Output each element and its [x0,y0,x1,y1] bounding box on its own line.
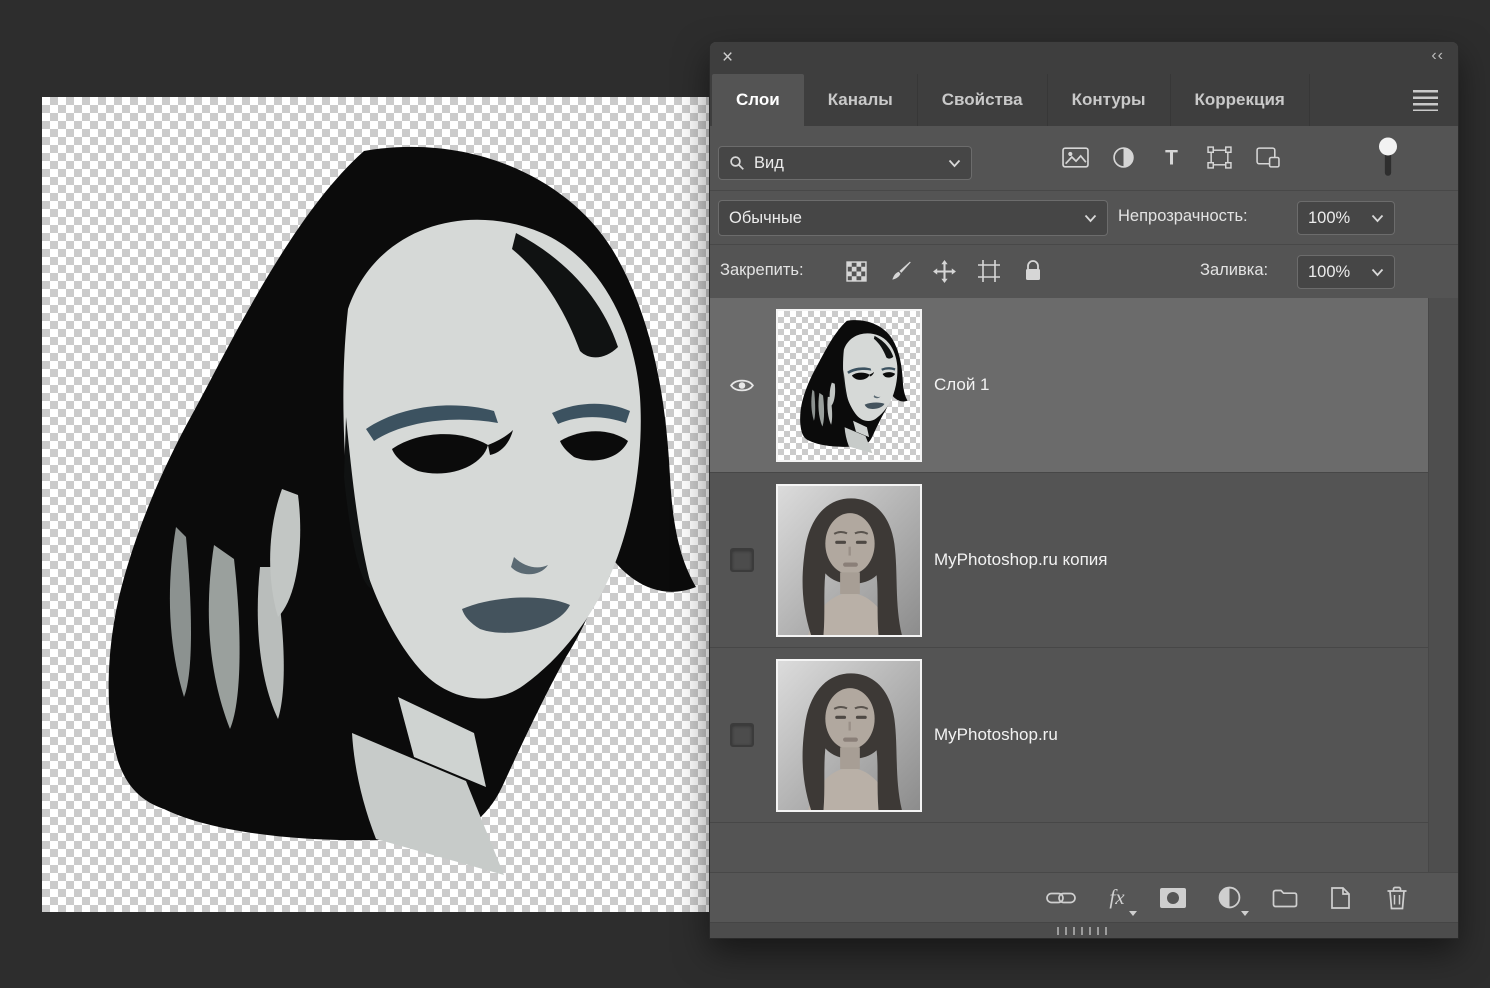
visibility-well[interactable] [710,298,772,473]
adjustment-layers-filter-icon[interactable] [1110,144,1137,171]
fill-select[interactable]: 100% [1297,255,1395,289]
new-layer-button[interactable] [1326,883,1356,913]
layer-name[interactable]: Слой 1 [934,375,990,395]
adjustment-layer-button[interactable] [1214,883,1244,913]
chevron-down-icon [1084,214,1097,223]
close-icon[interactable]: × [722,47,733,69]
panel-tabbar: Слои Каналы Свойства Контуры Коррекция [712,74,1310,126]
visibility-checkbox [730,548,754,572]
layer-row[interactable]: Слой 1 [710,298,1428,473]
photo-thumb [778,661,920,810]
panel-bottom-toolbar: fx [710,872,1458,922]
resize-grip[interactable] [1057,927,1111,935]
lock-label: Закрепить: [720,261,804,280]
pixel-layers-filter-icon[interactable] [1062,144,1089,171]
blend-mode-select[interactable]: Обычные [718,200,1108,236]
fill-label: Заливка: [1200,261,1268,280]
tab-adjustments[interactable]: Коррекция [1171,74,1310,126]
chevron-down-icon [948,159,961,168]
posterized-portrait-artwork [42,97,710,912]
filter-kind-value: Вид [754,154,784,173]
type-layers-filter-icon[interactable]: T [1158,144,1185,171]
lock-row: Закрепить: Заливка: [710,244,1458,298]
chevron-down-icon [1241,911,1249,916]
panel-header: × ‹‹ Слои Каналы Свойства Контуры Коррек… [710,42,1458,126]
tab-properties[interactable]: Свойства [918,74,1048,126]
layers-list: Слой 1 MyPhotoshop.ru копия MyPhotosho [710,298,1428,872]
lock-buttons [844,258,1045,284]
search-icon [729,155,745,171]
chevron-down-icon [1371,214,1384,223]
document-canvas[interactable] [42,97,710,912]
panel-menu-icon[interactable] [1413,90,1438,111]
layer-row[interactable]: MyPhotoshop.ru копия [710,473,1428,648]
lock-all-padlock-icon[interactable] [1020,258,1045,284]
blend-mode-value: Обычные [729,209,802,228]
fill-value: 100% [1308,263,1350,282]
chevron-down-icon [1371,268,1384,277]
shape-layers-filter-icon[interactable] [1206,144,1233,171]
lock-pixels-brush-icon[interactable] [888,258,913,284]
tab-layers[interactable]: Слои [712,74,804,126]
layer-row[interactable]: MyPhotoshop.ru [710,648,1428,823]
smart-object-filter-icon[interactable] [1254,144,1281,171]
visibility-checkbox [730,723,754,747]
opacity-value: 100% [1308,209,1350,228]
tab-channels[interactable]: Каналы [804,74,918,126]
layer-thumbnail[interactable] [776,484,922,637]
new-group-folder-button[interactable] [1270,883,1300,913]
layer-filter-row: Вид T [710,126,1458,190]
photo-thumb [778,486,920,635]
fx-icon: fx [1109,885,1124,910]
lock-position-move-icon[interactable] [932,258,957,284]
layer-thumbnail[interactable] [776,309,922,462]
layers-panel: × ‹‹ Слои Каналы Свойства Контуры Коррек… [710,42,1458,938]
add-layer-mask-button[interactable] [1158,883,1188,913]
scrollbar-gutter[interactable] [1428,298,1458,872]
tab-paths[interactable]: Контуры [1048,74,1171,126]
svg-text:T: T [1165,146,1178,169]
lock-transparency-icon[interactable] [844,258,869,284]
blend-row: Обычные Непрозрачность: 100% [710,190,1458,244]
opacity-select[interactable]: 100% [1297,201,1395,235]
layer-name[interactable]: MyPhotoshop.ru копия [934,550,1108,570]
layer-thumbnail[interactable] [776,659,922,812]
posterized-portrait-thumb [778,311,920,460]
visibility-well[interactable] [710,473,772,648]
filter-toggle-switch[interactable] [1376,136,1400,180]
filter-type-icons: T [1062,144,1281,171]
layer-name[interactable]: MyPhotoshop.ru [934,725,1058,745]
collapse-panel-icon[interactable]: ‹‹ [1431,47,1444,65]
opacity-label: Непрозрачность: [1118,207,1248,226]
eye-icon [730,377,754,394]
lock-artboard-icon[interactable] [976,258,1001,284]
chevron-down-icon [1129,911,1137,916]
filter-kind-select[interactable]: Вид [718,146,972,180]
photoshop-workspace: × ‹‹ Слои Каналы Свойства Контуры Коррек… [0,0,1490,988]
panel-footer [710,922,1458,938]
visibility-well[interactable] [710,648,772,823]
link-layers-button[interactable] [1046,883,1076,913]
delete-layer-trash-button[interactable] [1382,883,1412,913]
layer-style-fx-button[interactable]: fx [1102,883,1132,913]
